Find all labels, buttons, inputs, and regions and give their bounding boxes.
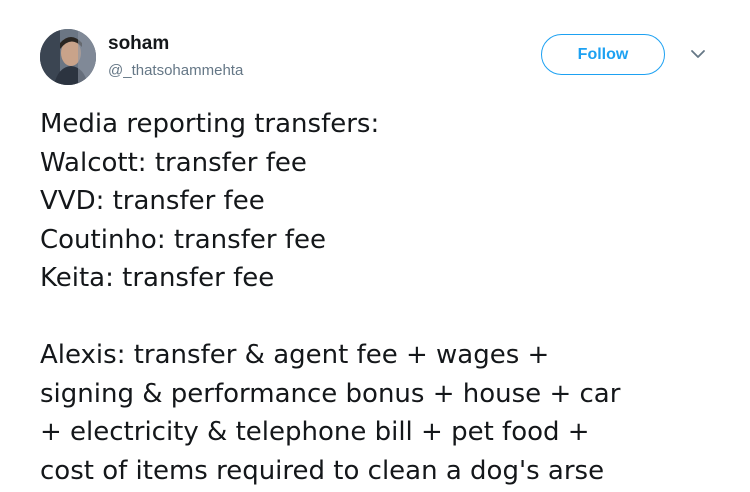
tweet-line: VVD: transfer fee (40, 186, 265, 216)
tweet-line: cost of items required to clean a dog's … (40, 455, 605, 486)
tweet-line: Walcott: transfer fee (40, 147, 307, 178)
author-name[interactable]: soham (108, 33, 169, 55)
author-handle[interactable]: @_thatsohammehta (108, 62, 243, 80)
avatar-portrait-icon (40, 29, 96, 85)
user-avatar-icon[interactable] (40, 29, 96, 85)
chevron-down-icon[interactable] (690, 48, 706, 60)
tweet-card: soham @_thatsohammehta Follow Media repo… (0, 0, 750, 492)
tweet-line: Keita: transfer fee (40, 263, 275, 293)
tweet-text: Media reporting transfers: Walcott: tran… (40, 105, 740, 490)
tweet-line: Coutinho: transfer fee (40, 224, 326, 255)
tweet-line: + electricity & telephone bill + pet foo… (40, 417, 590, 447)
tweet-line: Media reporting transfers: (40, 109, 380, 139)
follow-button[interactable]: Follow (541, 34, 665, 75)
tweet-line: signing & performance bonus + house + ca… (40, 378, 621, 409)
tweet-line: Alexis: transfer & agent fee + wages + (40, 340, 550, 370)
